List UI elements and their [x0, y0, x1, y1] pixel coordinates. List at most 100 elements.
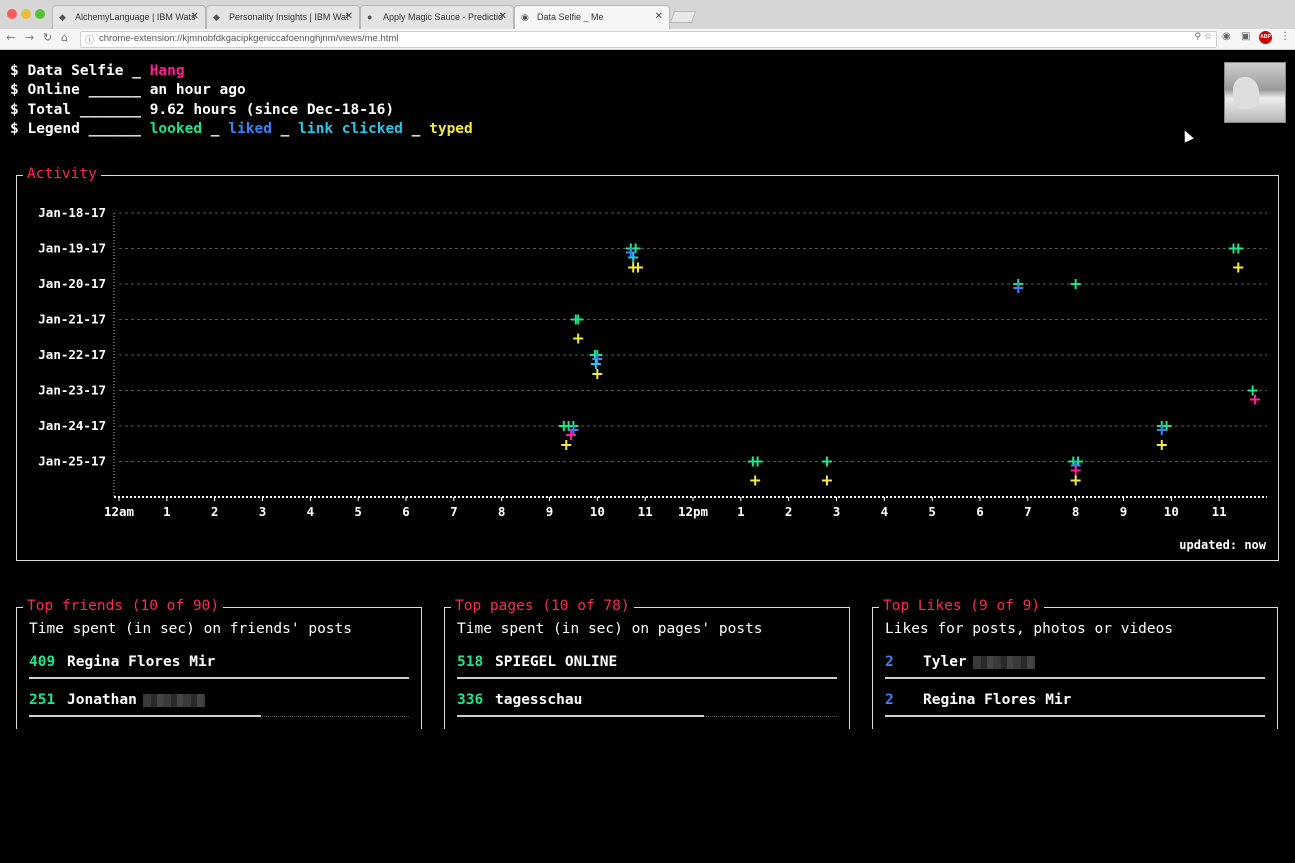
maximize-window-button[interactable]	[35, 9, 45, 19]
like-name: Tyler	[923, 654, 967, 670]
browser-tab-bar: ◆ AlchemyLanguage | IBM Wats ✕ ◆ Persona…	[0, 0, 1295, 29]
hour-tick-label: 12pm	[678, 504, 709, 519]
close-tab-icon[interactable]: ✕	[345, 11, 353, 22]
list-item[interactable]: 518 SPIEGEL ONLINE	[457, 654, 837, 670]
page-seconds: 518	[457, 654, 484, 670]
like-count: 2	[885, 692, 894, 708]
hour-tick-label: 11	[1212, 504, 1227, 519]
browser-tab-active[interactable]: ◉ Data Selfie _ Me ✕	[514, 5, 670, 29]
friend-bar	[29, 715, 261, 717]
top-likes-title: Top Likes (9 of 9)	[879, 598, 1045, 614]
total-value: 9.62 hours (since Dec-18-16)	[149, 102, 395, 118]
page-bar	[457, 677, 837, 679]
minimize-window-button[interactable]	[21, 9, 31, 19]
like-count: 2	[885, 654, 894, 670]
date-tick-label: Jan-21-17	[38, 312, 106, 327]
back-arrow-icon[interactable]: ←	[6, 31, 15, 44]
date-tick-label: Jan-24-17	[38, 418, 106, 433]
browser-tab[interactable]: ● Apply Magic Sauce - Predictio ✕	[360, 5, 514, 29]
activity-point-typed	[561, 440, 572, 450]
legend-liked: liked	[228, 121, 272, 137]
hour-tick-label: 12am	[104, 504, 135, 519]
friend-name: Jonathan	[67, 692, 137, 708]
new-tab-button[interactable]	[669, 11, 697, 23]
top-likes-card: Top Likes (9 of 9) Likes for posts, phot…	[872, 598, 1278, 729]
profile-photo-thumbnail[interactable]	[1224, 62, 1286, 123]
lock-extension-icon[interactable]: ▣	[1241, 31, 1250, 42]
list-item[interactable]: 336 tagesschau	[457, 692, 837, 708]
hour-tick-label: 1	[163, 504, 171, 519]
top-friends-subtitle: Time spent (in sec) on friends' posts	[29, 621, 353, 637]
date-tick-label: Jan-23-17	[38, 383, 106, 398]
close-tab-icon[interactable]: ✕	[499, 11, 507, 22]
pixelated-surname	[972, 655, 1035, 669]
list-item[interactable]: 2 Regina Flores Mir	[885, 692, 1265, 708]
ibm-favicon-icon: ◆	[213, 12, 220, 22]
reload-icon[interactable]: ↻	[43, 31, 52, 44]
close-window-button[interactable]	[7, 9, 17, 19]
hour-tick-label: 3	[259, 504, 267, 519]
online-label: $ Online ______	[10, 82, 150, 98]
updated-label: updated: now	[1179, 538, 1266, 552]
activity-point-other	[1250, 394, 1261, 405]
legend-line: $ Legend ______ looked _ liked _ link cl…	[10, 121, 473, 137]
list-item[interactable]: 409 Regina Flores Mir	[29, 654, 409, 670]
total-line: $ Total _______ 9.62 hours (since Dec-18…	[10, 102, 394, 118]
hour-tick-label: 7	[1024, 504, 1032, 519]
activity-point-typed	[1233, 262, 1244, 273]
info-icon[interactable]: ⓘ	[85, 33, 94, 46]
activity-chart: Jan-18-17 Jan-19-17 Jan-20-17 Jan-21-17 Jan-…	[38, 205, 1267, 519]
page-bar	[457, 715, 704, 717]
tab-title: Personality Insights | IBM Wat	[229, 12, 349, 22]
eye-extension-icon[interactable]: ◉	[1222, 31, 1231, 42]
forward-arrow-icon[interactable]: →	[25, 31, 34, 44]
top-friends-title: Top friends (10 of 90)	[23, 598, 224, 614]
activity-point-typed	[821, 475, 832, 486]
date-tick-label: Jan-22-17	[38, 347, 106, 362]
ibm-favicon-icon: ◆	[59, 12, 66, 22]
legend-looked: looked	[149, 121, 203, 137]
activity-point-typed	[573, 333, 584, 344]
hour-tick-label: 5	[354, 504, 362, 519]
activity-point-looked	[752, 456, 763, 467]
mouse-cursor	[1180, 128, 1194, 143]
hour-tick-label: 2	[785, 504, 793, 519]
zoom-and-star-icons[interactable]: ⚲ ☆	[1194, 32, 1212, 42]
friend-seconds: 251	[29, 692, 56, 708]
legend-typed: typed	[429, 121, 473, 137]
list-item[interactable]: 2 Tyler	[885, 654, 1265, 670]
home-icon[interactable]: ⌂	[61, 31, 68, 44]
page-name: SPIEGEL ONLINE	[495, 654, 618, 670]
hour-tick-label: 10	[1164, 504, 1179, 519]
browser-toolbar: ← → ↻ ⌂ ⓘ chrome-extension://kjmnobfdkga…	[0, 29, 1295, 50]
browser-tab[interactable]: ◆ AlchemyLanguage | IBM Wats ✕	[52, 5, 206, 29]
total-label: $ Total _______	[10, 102, 150, 118]
activity-point-typed	[1156, 440, 1167, 450]
date-tick-label: Jan-25-17	[38, 454, 106, 469]
like-bar	[885, 677, 1265, 679]
close-tab-icon[interactable]: ✕	[655, 11, 663, 22]
page-seconds: 336	[457, 692, 484, 708]
user-name: Hang	[149, 63, 185, 79]
legend-label: $ Legend ______	[10, 121, 150, 137]
like-bar	[885, 715, 1265, 717]
activity-point-typed	[1070, 475, 1081, 486]
hour-tick-label: 10	[590, 504, 605, 519]
online-value: an hour ago	[149, 82, 246, 98]
address-bar[interactable]: ⓘ chrome-extension://kjmnobfdkgacipkgeni…	[80, 31, 1217, 48]
date-tick-label: Jan-19-17	[38, 241, 106, 256]
online-line: $ Online ______ an hour ago	[10, 82, 246, 98]
activity-point-other	[566, 430, 577, 440]
top-friends-card: Top friends (10 of 90) Time spent (in se…	[16, 598, 422, 729]
menu-icon[interactable]: ⋮	[1280, 31, 1290, 42]
close-tab-icon[interactable]: ✕	[191, 11, 199, 22]
activity-point-typed	[632, 262, 643, 273]
hour-tick-label: 4	[881, 504, 889, 519]
activity-point-other	[1070, 465, 1081, 476]
top-likes-subtitle: Likes for posts, photos or videos	[885, 621, 1174, 637]
browser-tab[interactable]: ◆ Personality Insights | IBM Wat ✕	[206, 5, 360, 29]
hour-tick-label: 8	[1072, 504, 1080, 519]
adblock-extension-icon[interactable]: ABP	[1259, 31, 1272, 44]
legend-separator: _	[202, 121, 229, 137]
list-item[interactable]: 251 Jonathan	[29, 692, 409, 708]
